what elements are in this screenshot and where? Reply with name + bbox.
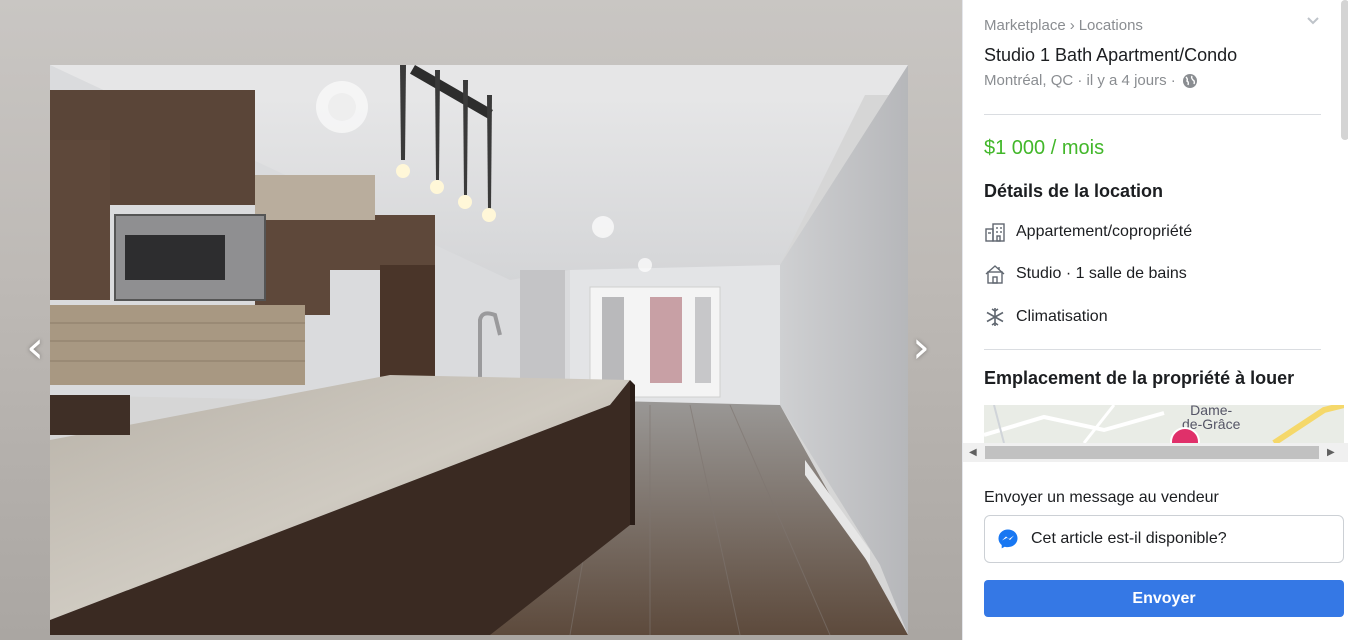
messenger-icon [998,529,1018,549]
air-conditioning-label: Climatisation [1016,308,1108,325]
detail-air-conditioning: Climatisation [984,306,1108,328]
listing-photo[interactable] [50,65,908,635]
house-icon [985,265,1005,284]
divider [984,114,1321,115]
vertical-scrollbar-thumb[interactable] [1341,0,1348,140]
detail-property-type: Appartement/copropriété [984,221,1192,243]
chevron-down-icon[interactable] [1306,14,1320,28]
scroll-right-arrow[interactable]: ▶ [1327,447,1335,458]
message-input[interactable]: Cet article est-il disponible? [984,515,1344,563]
listing-price: $1 000 / mois [984,137,1105,159]
photo-viewer: ‹ › [0,0,962,640]
building-icon [985,223,1005,242]
property-location-heading: Emplacement de la propriété à louer [984,368,1295,388]
listing-details-scroll-area[interactable]: Marketplace › Locations Studio 1 Bath Apar… [963,0,1348,462]
listing-location: Montréal, QC [984,72,1074,89]
horizontal-scrollbar-thumb[interactable] [985,446,1319,459]
listing-posted-time: il y a 4 jours [1086,72,1167,89]
location-map[interactable]: Dame- de-Grâce [984,405,1344,443]
divider [984,349,1321,350]
message-input-text: Cet article est-il disponible? [1031,530,1227,547]
message-seller-label: Envoyer un message au vendeur [984,489,1219,506]
listing-panel: Marketplace › Locations Studio 1 Bath Apar… [962,0,1348,640]
snowflake-icon [986,308,1004,326]
scroll-left-arrow[interactable]: ◀ [969,447,977,458]
meta-separator: · [1170,72,1176,89]
breadcrumb: Marketplace › Locations [984,17,1143,34]
previous-photo-button[interactable]: ‹ [22,326,48,372]
globe-icon [1182,73,1197,88]
listing-title: Studio 1 Bath Apartment/Condo [984,45,1238,65]
breadcrumb-separator: › [1069,17,1075,34]
listing-meta: Montréal, QC · il y a 4 jours · [984,72,1198,89]
breadcrumb-marketplace-link[interactable]: Marketplace [984,17,1066,34]
breadcrumb-locations-link[interactable]: Locations [1079,17,1143,34]
rental-details-heading: Détails de la location [984,181,1164,201]
property-type-label: Appartement/copropriété [1016,223,1193,240]
detail-rooms: Studio · 1 salle de bains [984,263,1187,285]
meta-separator: · [1077,72,1083,89]
send-button[interactable]: Envoyer [984,580,1344,617]
next-photo-button[interactable]: › [908,326,934,372]
map-neighbourhood-label: Dame- de-Grâce [1182,405,1240,431]
rooms-label: Studio · 1 salle de bains [1016,265,1187,282]
horizontal-scrollbar[interactable]: ◀ ▶ [963,443,1348,462]
